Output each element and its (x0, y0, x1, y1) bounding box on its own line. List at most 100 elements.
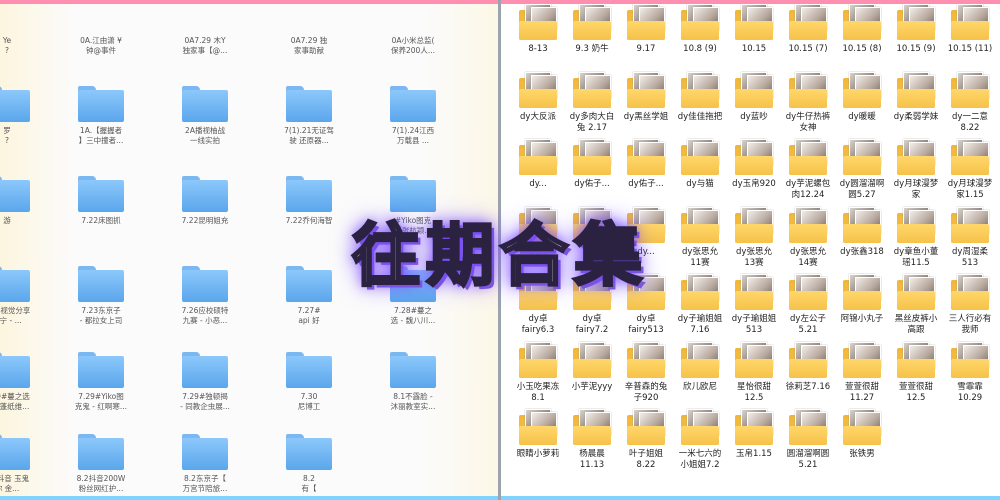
right-folder-item[interactable]: dy佳佳拖把 (673, 71, 727, 142)
right-folder-item[interactable]: dy柔弱学妹 (889, 71, 943, 142)
photo-folder-icon (735, 71, 773, 108)
right-folder-item[interactable]: 雪霏霏 10.29 (943, 341, 997, 412)
right-folder-item[interactable]: 叶子姐姐 8.22 (619, 409, 673, 479)
right-folder-item[interactable]: dy蓝吵 (727, 71, 781, 142)
right-folder-item[interactable]: 9.3 奶牛 (565, 4, 619, 74)
left-folder-item[interactable]: 8.2抖音 玉鬼 你 金... (0, 434, 52, 496)
folder-label: 0A. 全西 (478, 36, 498, 66)
right-folder-item[interactable]: 星怡很甜 12.5 (727, 341, 781, 412)
right-folder-item[interactable]: dy芋泥螺包 肉12.24 (781, 139, 835, 209)
left-folder-item[interactable]: Ye ? (0, 32, 52, 66)
right-folder-item[interactable]: dy月球漫梦 家 (889, 139, 943, 209)
right-folder-item[interactable]: dy一二意 8.22 (943, 71, 997, 142)
folder-label: 0A小米总监( 保养200人... (391, 36, 435, 55)
photo-folder-icon (897, 71, 935, 108)
left-folder-item[interactable]: 0A7.29 木Y 独家事【@... (160, 32, 250, 66)
photo-folder-icon (843, 409, 881, 445)
photo-folder-icon (573, 4, 611, 40)
right-folder-item[interactable]: 张铁男 (835, 409, 889, 479)
right-folder-item[interactable]: dy牛仔热裤 女神 (781, 71, 835, 142)
folder-label: dy一二意 8.22 (952, 111, 988, 133)
folder-icon (78, 434, 124, 470)
right-folder-item[interactable]: 10.15 (9) (889, 4, 943, 74)
right-folder-item[interactable]: 萱萱很甜 12.5 (889, 341, 943, 412)
right-folder-item[interactable]: 辛普森的兔 子920 (619, 341, 673, 412)
right-folder-item[interactable]: 萱萱很甜 11.27 (835, 341, 889, 412)
right-folder-item[interactable]: dy玉帛920 (727, 139, 781, 209)
right-folder-item[interactable]: dy佑子... (565, 139, 619, 209)
folder-label: 7.22视觉分享 宁宁 - ... (0, 306, 31, 325)
left-folder-item[interactable]: 8.1外设【以 后的事情更... (478, 352, 498, 422)
right-folder-item[interactable]: 眼睛小萝莉 (511, 409, 565, 479)
left-folder-item[interactable]: 0A. 全西 (478, 32, 498, 66)
left-folder-item[interactable]: 2A播视柚战 一线实拍 (160, 86, 250, 156)
right-folder-item[interactable]: dy多肉大白 兔 2.17 (565, 71, 619, 142)
folder-label: 罗 ? (3, 126, 11, 145)
right-folder-item[interactable]: 8-13 (511, 4, 565, 74)
right-folder-item[interactable]: 一米七六的 小姐姐7.2 (673, 409, 727, 479)
photo-folder-icon (843, 4, 881, 40)
right-folder-item[interactable]: 圆溜溜啊圆 5.21 (781, 409, 835, 479)
folder-label: 7.28#吃一口 兔球上门私... (478, 306, 498, 336)
right-folder-item[interactable]: 徐莉芝7.16 (781, 341, 835, 412)
left-folder-item[interactable]: 0A.江由潇 ¥ 钟@事件 (56, 32, 146, 66)
left-folder-item[interactable]: 7.30 尼博工 (264, 352, 354, 422)
left-folder-item[interactable]: 7(1).21无证驾 驶 还原器... (264, 86, 354, 156)
right-folder-item[interactable]: 10.15 (11) (943, 4, 997, 74)
right-folder-item[interactable]: dy圆溜溜啊 圆5.27 (835, 139, 889, 209)
photo-folder-icon (519, 139, 557, 175)
left-folder-item[interactable]: 8.1不露脸 - 沐丽教室实... (368, 352, 458, 422)
right-folder-item[interactable]: 欣儿欧尼 (673, 341, 727, 412)
left-folder-item[interactable]: 0A7.29 独 家事助献 (264, 32, 354, 66)
left-folder-item[interactable]: 7(1) 剧 • (478, 86, 498, 156)
folder-label: 0A7.29 独 家事助献 (290, 36, 328, 55)
left-folder-item[interactable]: 7.29#蔓之选 选蔓蓬纸维... (0, 352, 52, 422)
photo-folder-icon (897, 4, 935, 40)
right-folder-item[interactable]: 杨晨晨 11.13 (565, 409, 619, 479)
right-folder-item[interactable]: dy大反派 (511, 71, 565, 142)
right-folder-item[interactable]: dy... (511, 139, 565, 209)
folder-label: 0A.江由潇 ¥ 钟@事件 (80, 36, 122, 55)
left-folder-item[interactable]: 7(1).24江西 万载县 ... (368, 86, 458, 156)
photo-folder-icon (735, 139, 773, 175)
folder-label: 小玉吃果冻 8.1 (516, 381, 560, 403)
photo-folder-icon (951, 4, 989, 40)
folder-label: dy佑子... (628, 179, 664, 189)
right-folder-item[interactable]: dy黑丝学姐 (619, 71, 673, 142)
left-folder-item[interactable]: 0A小米总监( 保养200人... (368, 32, 458, 66)
right-folder-item[interactable]: 10.8 (9) (673, 4, 727, 74)
right-folder-item[interactable]: dy暖暖 (835, 71, 889, 142)
folder-label: dy黑丝学姐 (623, 111, 669, 122)
photo-folder-icon (681, 71, 719, 108)
folder-label: 7.28#蔓之 选 - 魏八川... (390, 306, 436, 325)
folder-icon (286, 352, 332, 388)
left-folder-item[interactable]: 1A.【握握者 】三中撞者... (56, 86, 146, 156)
folder-label: 10.8 (9) (683, 44, 717, 54)
left-folder-item[interactable]: 7.29#独顿揭 - 同教企虫展... (160, 352, 250, 422)
left-folder-item[interactable]: 8.2 有【 (264, 434, 354, 496)
right-folder-item[interactable]: 9.17 (619, 4, 673, 74)
folder-label: 8.2东京子【 万宫节陪旅... (182, 474, 228, 493)
left-folder-item[interactable]: 7.29#Yiko图 克鬼 - 红啊寒... (56, 352, 146, 422)
photo-folder-icon (519, 341, 557, 378)
right-folder-item[interactable]: 小玉吃果冻 8.1 (511, 341, 565, 412)
folder-label: dy芋泥螺包 肉12.24 (785, 179, 831, 200)
right-folder-item[interactable]: dy佑子... (619, 139, 673, 209)
right-folder-item[interactable]: 10.15 (8) (835, 4, 889, 74)
right-folder-item[interactable]: dy与猫 (673, 139, 727, 209)
right-folder-item[interactable]: 10.15 (7) (781, 4, 835, 74)
left-folder-item[interactable]: 罗 ? (0, 86, 52, 156)
right-folder-item[interactable]: 10.15 (727, 4, 781, 74)
folder-label: 7(1).21无证驾 驶 还原器... (284, 126, 334, 145)
right-folder-item[interactable]: 玉帛1.15 (727, 409, 781, 479)
folder-label: 10.15 (8) (842, 44, 882, 54)
left-folder-item[interactable]: 8.2东京子【 万宫节陪旅... (160, 434, 250, 496)
right-folder-item[interactable]: 小芋泥yyy (565, 341, 619, 412)
left-folder-item[interactable]: 8.2抖音200W 粉丝网红护... (56, 434, 146, 496)
right-folder-item[interactable]: dy月球漫梦 家1.15 (943, 139, 997, 209)
photo-folder-icon (681, 341, 719, 378)
folder-icon (0, 86, 30, 122)
folder-label: dy圆溜溜啊 圆5.27 (839, 179, 885, 200)
folder-label: 10.15 (741, 44, 767, 54)
folder-label: 欣儿欧尼 (682, 381, 717, 392)
